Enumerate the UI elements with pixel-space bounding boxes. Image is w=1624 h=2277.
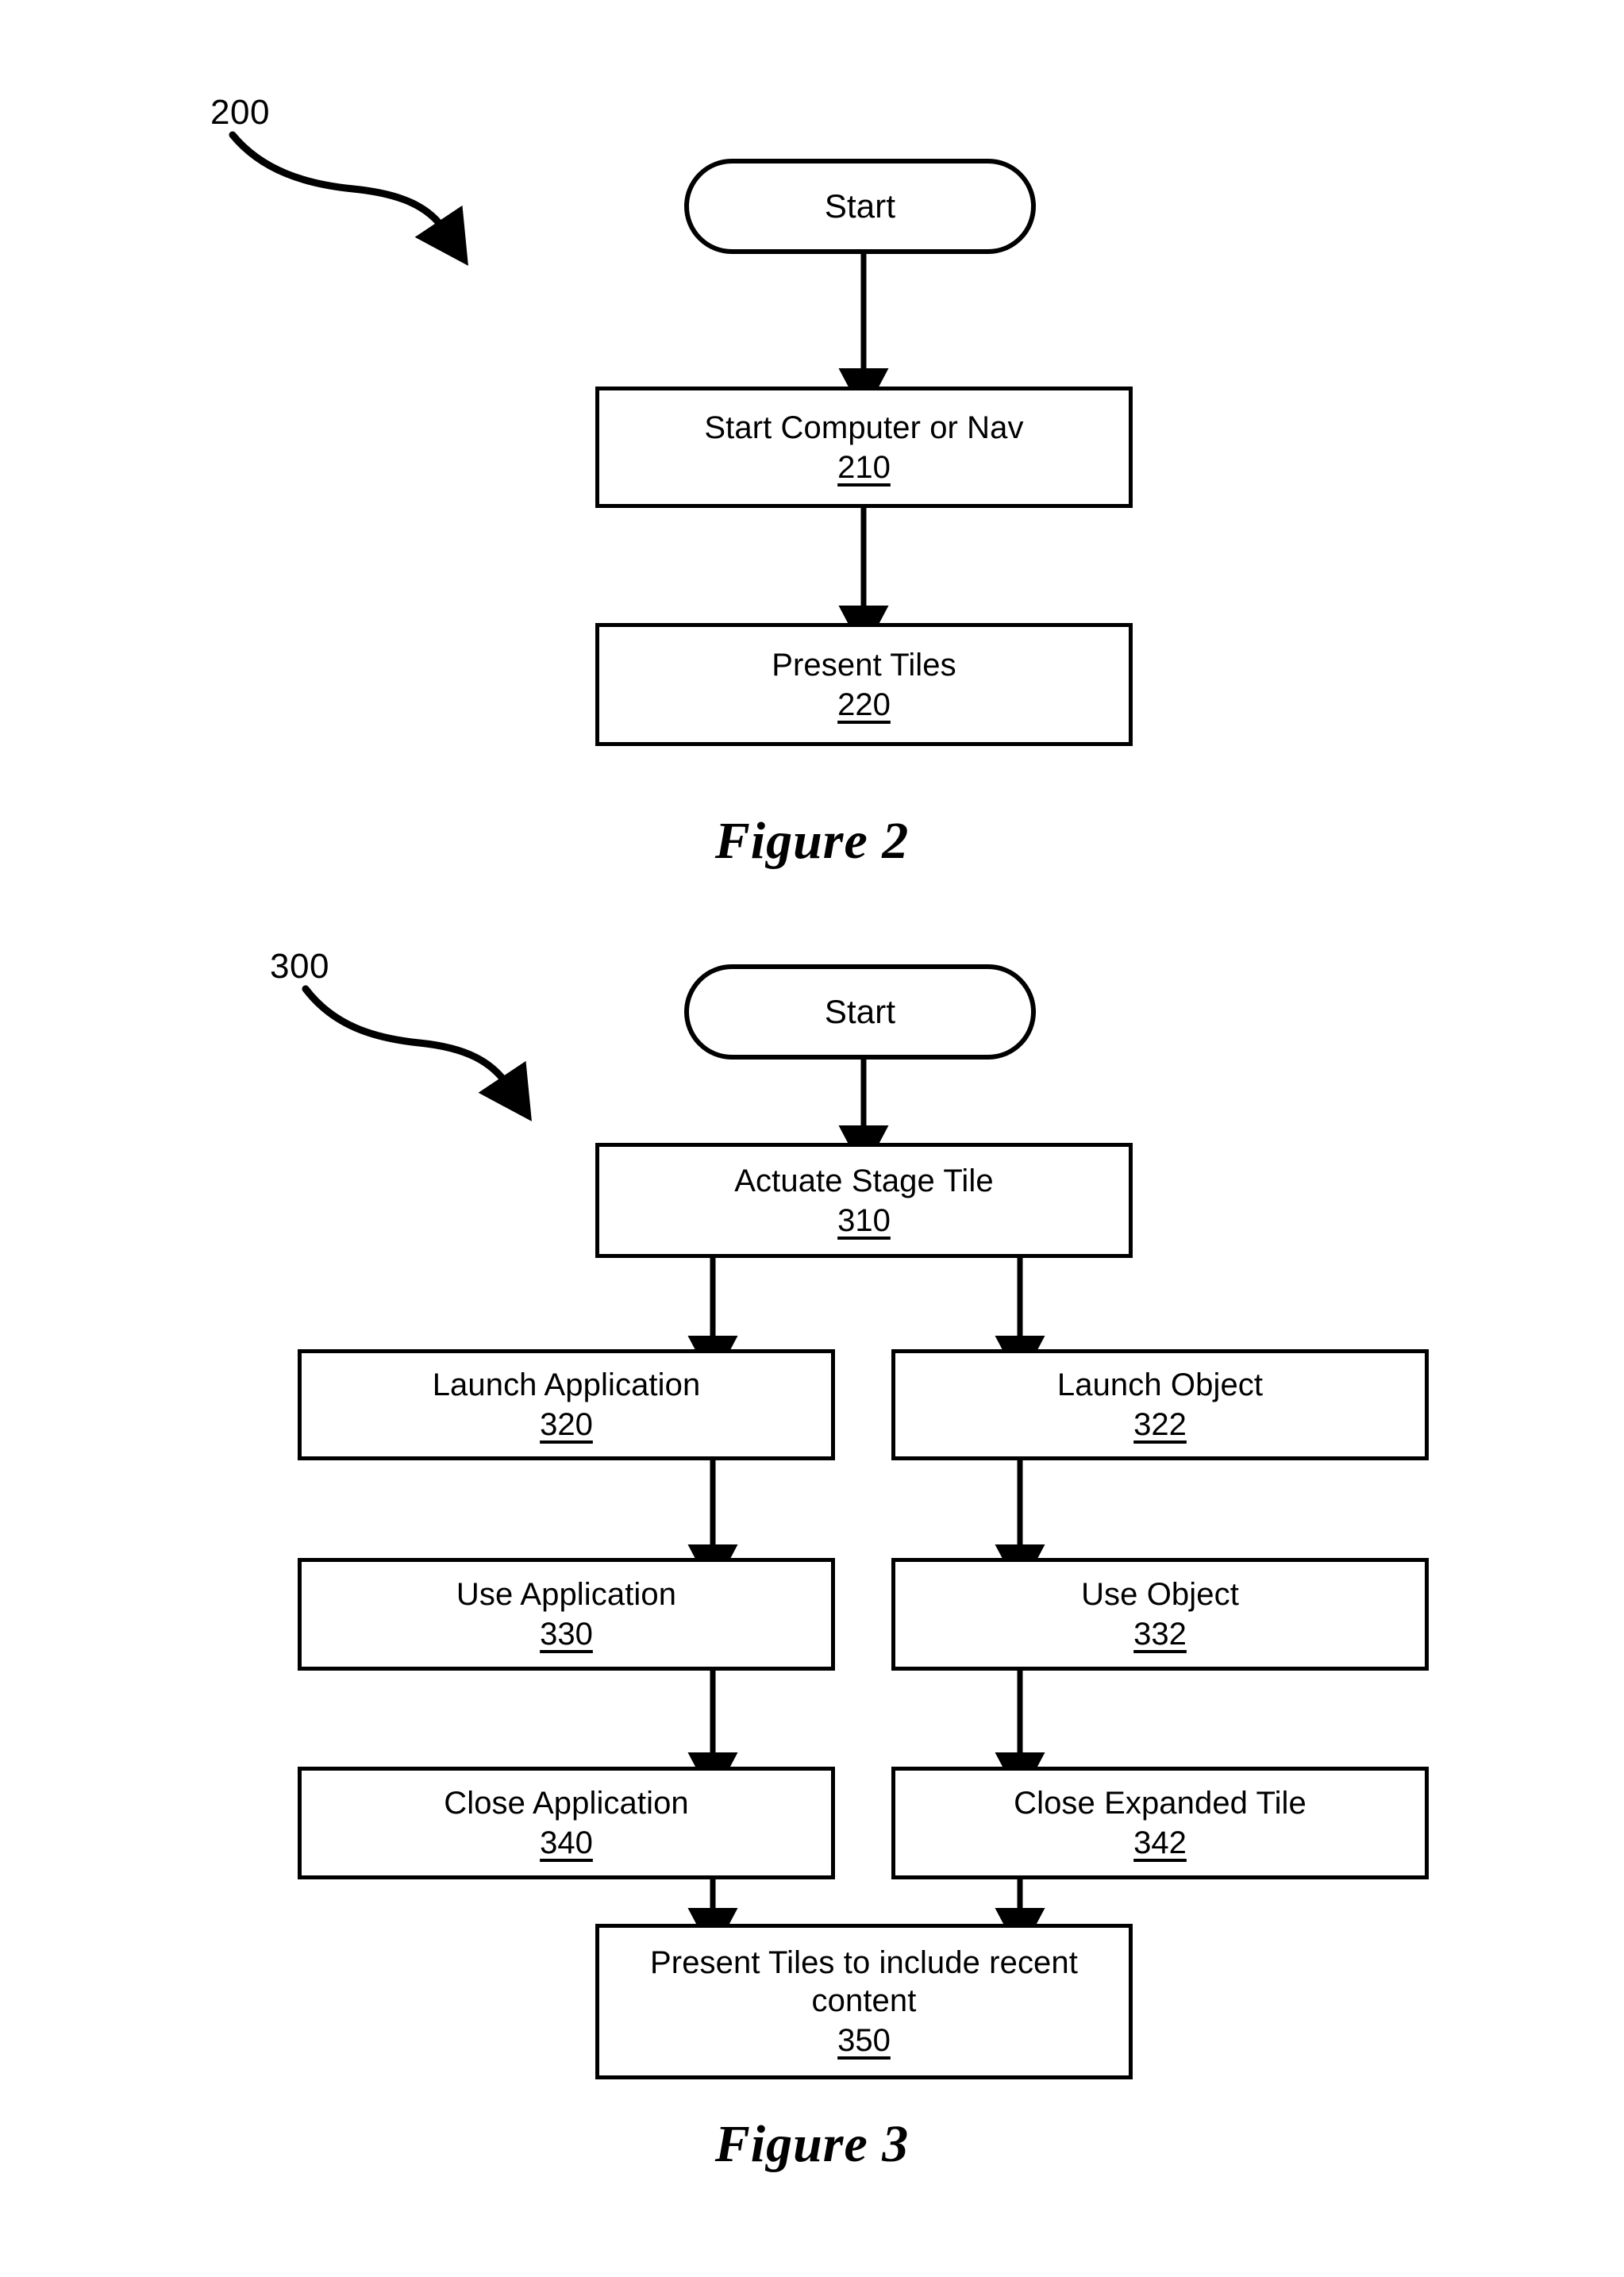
fig3-step-330-ref: 330 [540, 1617, 593, 1652]
fig3-step-320: Launch Application 320 [298, 1349, 835, 1460]
fig3-step-342-label: Close Expanded Tile [1014, 1786, 1307, 1821]
fig3-step-322-label: Launch Object [1056, 1367, 1264, 1402]
fig3-step-340-ref: 340 [540, 1825, 593, 1860]
fig3-step-330: Use Application 330 [298, 1558, 835, 1671]
fig2-start-node: Start [684, 159, 1036, 254]
fig2-step-210-label: Start Computer or Nav [704, 410, 1024, 445]
lead-number-300: 300 [270, 947, 329, 986]
fig3-step-350-ref: 350 [837, 2023, 891, 2058]
fig3-step-332: Use Object 332 [891, 1558, 1429, 1671]
lead-line-300 [302, 985, 532, 1121]
fig3-start-node: Start [684, 964, 1036, 1060]
fig3-step-332-ref: 332 [1133, 1617, 1187, 1652]
fig3-step-340: Close Application 340 [298, 1767, 835, 1879]
fig3-step-350-label: Present Tiles to include recent content [650, 1945, 1078, 2018]
fig3-step-322: Launch Object 322 [891, 1349, 1429, 1460]
fig3-step-330-label: Use Application [456, 1577, 677, 1612]
patent-drawing-sheet: 200 Start Start Computer or Nav 210 Pres… [0, 0, 1624, 2277]
fig2-step-220-label: Present Tiles [772, 647, 956, 683]
fig3-step-310-label: Actuate Stage Tile [734, 1163, 994, 1198]
fig2-step-220-ref: 220 [837, 687, 891, 722]
lead-line-200 [229, 131, 468, 266]
fig3-step-310-ref: 310 [837, 1202, 891, 1238]
fig3-step-340-label: Close Application [444, 1786, 689, 1821]
lead-number-200: 200 [210, 93, 270, 132]
fig2-step-220: Present Tiles 220 [595, 623, 1133, 746]
figure-2-caption: Figure 2 [714, 812, 910, 870]
fig3-step-310: Actuate Stage Tile 310 [595, 1143, 1133, 1258]
fig3-step-342: Close Expanded Tile 342 [891, 1767, 1429, 1879]
fig3-step-342-ref: 342 [1133, 1825, 1187, 1860]
fig3-step-320-label: Launch Application [432, 1367, 701, 1402]
fig3-step-322-ref: 322 [1133, 1407, 1187, 1442]
fig2-start-label: Start [824, 187, 896, 225]
figure-3-caption: Figure 3 [714, 2115, 910, 2173]
fig3-step-320-ref: 320 [540, 1407, 593, 1442]
fig3-start-label: Start [824, 992, 896, 1030]
fig2-step-210: Start Computer or Nav 210 [595, 387, 1133, 508]
fig3-step-350: Present Tiles to include recent content … [595, 1924, 1133, 2079]
fig3-step-332-label: Use Object [1081, 1577, 1239, 1612]
fig2-step-210-ref: 210 [837, 449, 891, 485]
